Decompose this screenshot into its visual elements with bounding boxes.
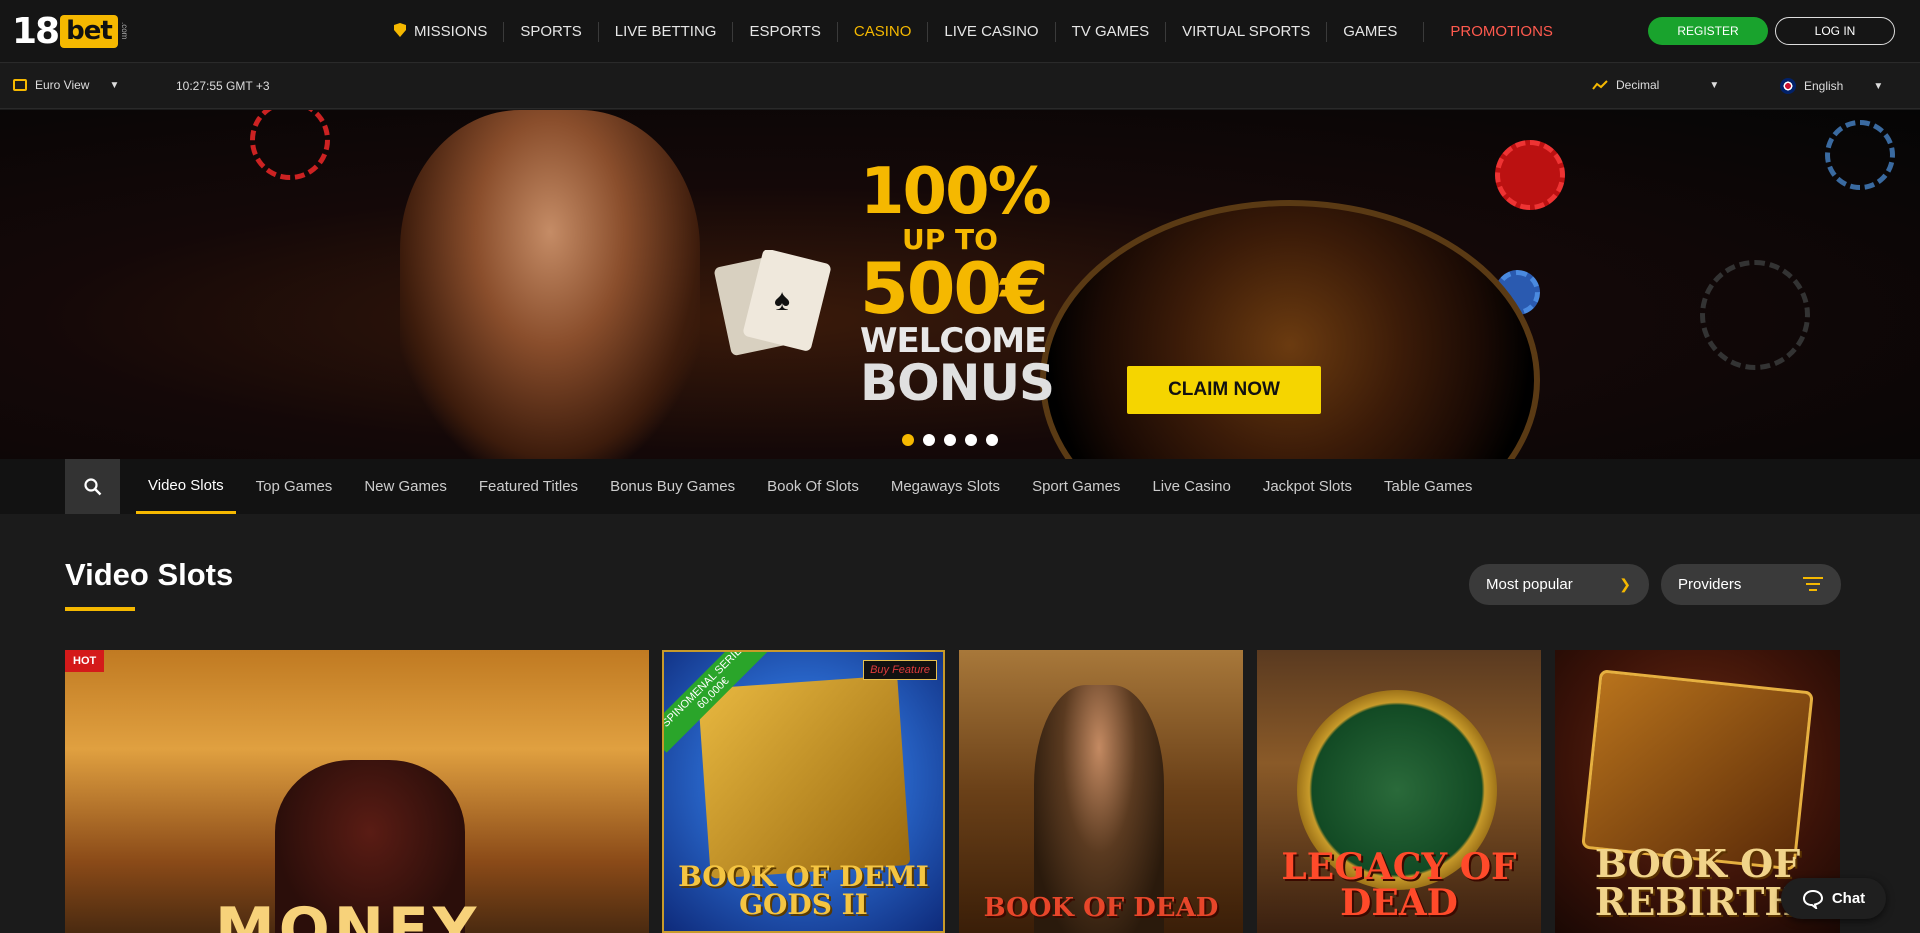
tab-book-of-slots[interactable]: Book Of Slots (755, 459, 871, 514)
nav-promotions[interactable]: PROMOTIONS (1423, 21, 1569, 42)
view-label: Euro View (35, 78, 90, 92)
tab-table-games[interactable]: Table Games (1372, 459, 1484, 514)
carousel-dot[interactable] (902, 434, 914, 446)
svg-text:♠: ♠ (774, 284, 790, 317)
sort-dropdown[interactable]: Most popular ❯ (1469, 564, 1649, 605)
hero-banner[interactable]: ♠ 100% UP TO 500€ WELCOME BONUS CLAIM NO… (0, 110, 1920, 459)
carousel-dots (902, 434, 998, 446)
filter-icon (1803, 577, 1823, 591)
tab-sport-games[interactable]: Sport Games (1020, 459, 1132, 514)
tab-bonus-buy-games[interactable]: Bonus Buy Games (598, 459, 747, 514)
tab-featured-titles[interactable]: Featured Titles (467, 459, 590, 514)
language-label: English (1804, 79, 1844, 93)
category-tabs: Video Slots Top Games New Games Featured… (136, 459, 1492, 514)
tab-top-games[interactable]: Top Games (244, 459, 345, 514)
bonus-headline: 100% UP TO 500€ WELCOME BONUS (860, 155, 1055, 412)
tab-live-casino[interactable]: Live Casino (1140, 459, 1242, 514)
nav-casino[interactable]: CASINO (836, 21, 928, 42)
main-nav: MISSIONS SPORTS LIVE BETTING ESPORTS CAS… (392, 0, 1569, 63)
providers-label: Providers (1678, 576, 1742, 593)
chat-icon (1802, 889, 1823, 909)
nav-live-betting[interactable]: LIVE BETTING (597, 21, 733, 42)
chevron-down-icon: ❯ (1619, 576, 1631, 592)
chip-image (1495, 140, 1565, 210)
odds-label: Decimal (1616, 78, 1660, 92)
nav-missions[interactable]: MISSIONS (392, 22, 503, 42)
game-tile[interactable]: SPINOMENAL SERIES 60,000€ Buy Feature BO… (662, 650, 945, 933)
claim-now-button[interactable]: CLAIM NOW (1127, 366, 1321, 414)
chat-label: Chat (1831, 890, 1866, 907)
tab-jackpot-slots[interactable]: Jackpot Slots (1251, 459, 1364, 514)
game-tile[interactable]: BOOK OF DEAD (959, 650, 1243, 933)
sub-bar: Euro View ▼ 10:27:55 GMT +3 Decimal ▼ En… (0, 64, 1920, 109)
category-bar: Video Slots Top Games New Games Featured… (0, 459, 1920, 514)
odds-format-selector[interactable]: Decimal ▼ (1592, 78, 1719, 92)
search-button[interactable] (65, 459, 120, 514)
chevron-down-icon: ▼ (109, 79, 120, 91)
logo-bet: bet (60, 14, 118, 48)
chat-button[interactable]: Chat (1781, 878, 1886, 919)
section-title: Video Slots (65, 557, 234, 592)
bonus-percent: 100% (860, 155, 1052, 229)
game-title: BOOK OF DEAD (983, 893, 1219, 923)
carousel-dot[interactable] (965, 434, 977, 446)
title-underline (65, 607, 135, 611)
providers-filter[interactable]: Providers (1661, 564, 1841, 605)
game-title: LEGACY OF DEAD (1281, 846, 1517, 924)
register-button[interactable]: REGISTER (1648, 17, 1768, 45)
nav-live-casino[interactable]: LIVE CASINO (927, 21, 1054, 42)
logo[interactable]: 18 bet .com (12, 10, 129, 52)
nav-games[interactable]: GAMES (1326, 21, 1413, 42)
carousel-dot[interactable] (986, 434, 998, 446)
chevron-down-icon: ▼ (1873, 80, 1884, 92)
game-title: MONEY (215, 895, 481, 933)
missions-icon (394, 22, 406, 37)
login-button[interactable]: LOG IN (1775, 17, 1895, 45)
game-tile[interactable]: MONEY HOT (65, 650, 649, 933)
odds-icon (1592, 80, 1608, 90)
view-selector[interactable]: Euro View ▼ (13, 78, 119, 92)
nav-esports[interactable]: ESPORTS (732, 21, 836, 42)
nav-virtual-sports[interactable]: VIRTUAL SPORTS (1165, 21, 1326, 42)
search-icon (83, 477, 101, 495)
chip-image (250, 110, 330, 180)
logo-com: .com (119, 22, 129, 40)
nav-missions-label: MISSIONS (414, 22, 488, 40)
chevron-down-icon: ▼ (1709, 79, 1720, 91)
hero-woman-image (400, 110, 700, 459)
view-icon (13, 79, 27, 91)
bonus-amount: 500€ (860, 248, 1049, 330)
nav-tv-games[interactable]: TV GAMES (1054, 21, 1166, 42)
tab-new-games[interactable]: New Games (352, 459, 459, 514)
language-selector[interactable]: English ▼ (1780, 78, 1883, 94)
tab-megaways-slots[interactable]: Megaways Slots (879, 459, 1012, 514)
sort-label: Most popular (1486, 576, 1573, 593)
logo-number: 18 (12, 10, 60, 52)
carousel-dot[interactable] (944, 434, 956, 446)
game-art (697, 675, 911, 879)
game-title: BOOK OF DEMI GODS II (678, 860, 929, 921)
buy-feature-badge: Buy Feature (863, 660, 937, 680)
bonus-word: BONUS (860, 354, 1055, 412)
uk-flag-icon (1780, 78, 1796, 94)
carousel-dot[interactable] (923, 434, 935, 446)
top-navigation: 18 bet .com MISSIONS SPORTS LIVE BETTING… (0, 0, 1920, 63)
game-tile[interactable]: LEGACY OF DEAD (1257, 650, 1541, 933)
playing-cards-image: ♠ (714, 250, 831, 356)
nav-sports[interactable]: SPORTS (503, 21, 597, 42)
chip-image (1700, 260, 1810, 370)
roulette-image (1040, 200, 1540, 459)
tab-video-slots[interactable]: Video Slots (136, 459, 236, 514)
chip-image (1825, 120, 1895, 190)
hot-badge: HOT (65, 650, 105, 672)
bonus-welcome: WELCOME (860, 321, 1047, 361)
clock: 10:27:55 GMT +3 (176, 79, 270, 93)
